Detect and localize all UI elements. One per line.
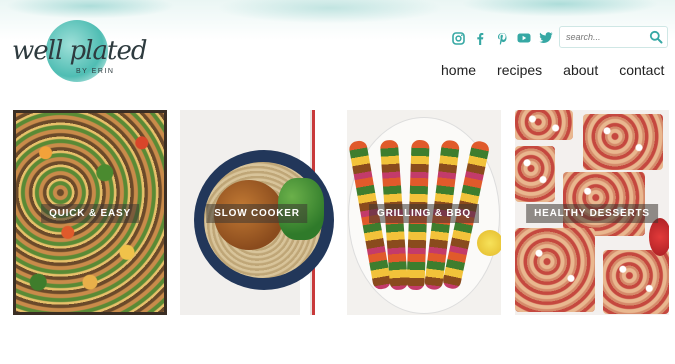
category-card-grilling-bbq[interactable]: GRILLING & BBQ xyxy=(347,110,501,315)
nav-contact[interactable]: contact xyxy=(619,62,664,78)
search-icon[interactable] xyxy=(649,30,663,44)
nav-about[interactable]: about xyxy=(563,62,598,78)
category-card-quick-easy[interactable]: QUICK & EASY xyxy=(13,110,167,315)
twitter-icon[interactable] xyxy=(538,30,554,46)
category-label: GRILLING & BBQ xyxy=(369,204,479,223)
nav-home[interactable]: home xyxy=(441,62,476,78)
nav-recipes[interactable]: recipes xyxy=(497,62,542,78)
main-nav: home recipes about contact xyxy=(441,62,664,78)
category-card-slow-cooker[interactable]: SLOW COOKER xyxy=(180,110,334,315)
logo-wordmark: well plated xyxy=(12,36,147,66)
category-label: SLOW COOKER xyxy=(206,204,308,223)
category-label: HEALTHY DESSERTS xyxy=(526,204,658,223)
logo-byline: BY ERIN xyxy=(76,68,115,75)
pinterest-icon[interactable] xyxy=(494,30,510,46)
category-card-healthy-desserts[interactable]: HEALTHY DESSERTS xyxy=(515,110,669,315)
search-input[interactable] xyxy=(566,29,644,45)
facebook-icon[interactable] xyxy=(472,30,488,46)
instagram-icon[interactable] xyxy=(450,30,466,46)
social-links xyxy=(450,30,554,46)
site-logo[interactable]: well plated BY ERIN xyxy=(12,18,147,88)
youtube-icon[interactable] xyxy=(516,30,532,46)
search-box xyxy=(559,26,668,48)
category-label: QUICK & EASY xyxy=(41,204,139,223)
